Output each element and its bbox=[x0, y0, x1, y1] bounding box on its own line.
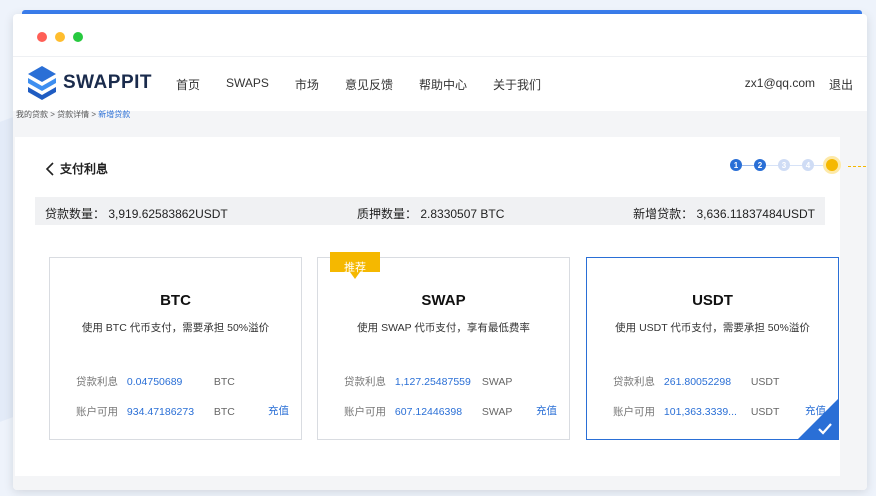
breadcrumb-loan-details[interactable]: 贷款详情 bbox=[57, 110, 89, 119]
chevron-left-icon bbox=[45, 161, 54, 176]
interest-value: 1,127.25487559 bbox=[394, 376, 471, 388]
loan-amount: 贷款数量： 3,919.62583862USDT bbox=[45, 207, 228, 221]
recharge-link[interactable]: 充值 bbox=[536, 403, 557, 418]
nav-feedback[interactable]: 意见反馈 bbox=[345, 76, 393, 93]
card-description: 使用 USDT 代币支付，需要承担 50%溢价 bbox=[615, 322, 810, 334]
checkmark-icon bbox=[818, 423, 832, 435]
card-description: 使用 SWAP 代币支付，享有最低费率 bbox=[357, 322, 530, 334]
step-connector bbox=[790, 164, 802, 166]
collateral-amount: 质押数量： 2.8330507 BTC bbox=[357, 207, 505, 221]
card-description: 使用 BTC 代币支付，需要承担 50%溢价 bbox=[81, 322, 270, 334]
interest-label: 贷款利息 bbox=[76, 376, 118, 388]
interest-value: 0.04750689 bbox=[126, 376, 183, 388]
balance-label: 账户可用 bbox=[344, 406, 386, 418]
interest-unit: SWAP bbox=[481, 376, 513, 388]
card-title: USDT bbox=[692, 292, 733, 309]
payment-option-usdt[interactable]: USDT 使用 USDT 代币支付，需要承担 50%溢价 贷款利息 261.80… bbox=[586, 257, 839, 440]
step-3: 3 bbox=[778, 159, 790, 171]
interest-row: 贷款利息 0.04750689 BTC bbox=[76, 374, 254, 389]
logo[interactable]: SWAPPIT bbox=[27, 65, 152, 101]
interest-unit: USDT bbox=[750, 376, 780, 388]
loan-summary-bar: 贷款数量： 3,919.62583862USDT 质押数量： 2.8330507… bbox=[35, 197, 825, 225]
step-connector bbox=[742, 164, 754, 166]
step-connector bbox=[814, 164, 826, 166]
interest-row: 贷款利息 261.80052298 USDT bbox=[613, 374, 791, 389]
breadcrumb-current: 新增贷款 bbox=[98, 110, 131, 119]
breadcrumb: 我的贷款 > 贷款详情 > 新增贷款 bbox=[16, 109, 130, 120]
balance-unit: USDT bbox=[750, 406, 780, 418]
balance-label: 账户可用 bbox=[613, 406, 655, 418]
balance-label: 账户可用 bbox=[76, 406, 118, 418]
card-title: BTC bbox=[160, 292, 191, 309]
nav-home[interactable]: 首页 bbox=[176, 76, 200, 93]
nav-about[interactable]: 关于我们 bbox=[493, 76, 541, 93]
balance-value: 607.12446398 bbox=[394, 406, 463, 418]
card-title: SWAP bbox=[421, 292, 466, 309]
new-loan-amount: 新增贷款： 3,636.11837484USDT bbox=[633, 207, 815, 221]
balance-value: 934.47186273 bbox=[126, 406, 195, 418]
breadcrumb-separator: > bbox=[50, 110, 55, 119]
breadcrumb-my-loans[interactable]: 我的贷款 bbox=[16, 110, 48, 119]
step-progress: 1 2 3 4 bbox=[730, 159, 838, 171]
page-title: 支付利息 bbox=[60, 162, 109, 176]
step-pointer-line bbox=[848, 166, 866, 167]
swappit-logo-icon bbox=[28, 66, 56, 100]
balance-unit: BTC bbox=[213, 406, 235, 418]
balance-value: 101,363.3339... bbox=[663, 406, 737, 418]
recommended-badge: 推荐 bbox=[344, 262, 366, 274]
maximize-window-button[interactable] bbox=[73, 32, 83, 42]
breadcrumb-separator: > bbox=[91, 110, 97, 119]
logout-link[interactable]: 退出 bbox=[829, 76, 853, 93]
nav-market[interactable]: 市场 bbox=[295, 76, 319, 93]
recharge-link[interactable]: 充值 bbox=[268, 403, 289, 418]
balance-row: 账户可用 934.47186273 BTC bbox=[76, 404, 254, 419]
interest-row: 贷款利息 1,127.25487559 SWAP bbox=[344, 374, 522, 389]
user-email[interactable]: zx1@qq.com bbox=[745, 76, 815, 90]
step-connector bbox=[766, 164, 778, 166]
interest-value: 261.80052298 bbox=[663, 376, 732, 388]
step-1: 1 bbox=[730, 159, 742, 171]
balance-row: 账户可用 607.12446398 SWAP bbox=[344, 404, 522, 419]
step-4: 4 bbox=[802, 159, 814, 171]
balance-row: 账户可用 101,363.3339... USDT bbox=[613, 404, 791, 419]
interest-label: 贷款利息 bbox=[613, 376, 655, 388]
interest-label: 贷款利息 bbox=[344, 376, 386, 388]
minimize-window-button[interactable] bbox=[55, 32, 65, 42]
step-current-indicator bbox=[826, 159, 838, 171]
back-button[interactable]: 支付利息 bbox=[44, 160, 108, 177]
step-2: 2 bbox=[754, 159, 766, 171]
site-header: SWAPPIT 首页 SWAPS 市场 意见反馈 帮助中心 关于我们 zx1@q… bbox=[13, 56, 867, 111]
logo-text: SWAPPIT bbox=[63, 72, 153, 93]
window-controls bbox=[37, 32, 83, 42]
nav-help-center[interactable]: 帮助中心 bbox=[419, 76, 467, 93]
balance-unit: SWAP bbox=[481, 406, 513, 418]
interest-unit: BTC bbox=[213, 376, 235, 388]
close-window-button[interactable] bbox=[37, 32, 47, 42]
payment-option-swap[interactable]: 推荐 SWAP 使用 SWAP 代币支付，享有最低费率 贷款利息 1,127.2… bbox=[317, 252, 570, 440]
nav-swaps[interactable]: SWAPS bbox=[226, 76, 269, 93]
main-nav: 首页 SWAPS 市场 意见反馈 帮助中心 关于我们 bbox=[176, 76, 567, 93]
payment-option-btc[interactable]: BTC 使用 BTC 代币支付，需要承担 50%溢价 贷款利息 0.047506… bbox=[49, 257, 302, 440]
